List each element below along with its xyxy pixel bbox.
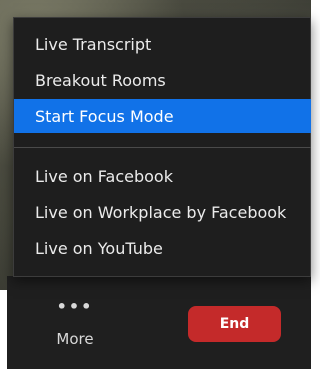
menu-item-live-transcript[interactable]: Live Transcript: [14, 27, 311, 61]
menu-item-label: Live Transcript: [35, 34, 152, 54]
menu-separator: [14, 147, 311, 148]
more-menu: Live Transcript Breakout Rooms Start Foc…: [13, 17, 311, 277]
menu-item-label: Start Focus Mode: [35, 106, 174, 126]
menu-item-live-on-workplace[interactable]: Live on Workplace by Facebook: [14, 195, 311, 229]
menu-item-live-on-facebook[interactable]: Live on Facebook: [14, 159, 311, 193]
menu-item-label: Live on Facebook: [35, 166, 173, 186]
menu-item-breakout-rooms[interactable]: Breakout Rooms: [14, 63, 311, 97]
menu-item-live-on-youtube[interactable]: Live on YouTube: [14, 231, 311, 265]
more-button[interactable]: ••• More: [44, 297, 106, 356]
end-button-label: End: [219, 316, 250, 332]
menu-item-label: Live on YouTube: [35, 238, 163, 258]
menu-item-label: Live on Workplace by Facebook: [35, 202, 287, 222]
ellipsis-icon: •••: [56, 297, 94, 316]
menu-item-label: Breakout Rooms: [35, 70, 166, 90]
more-label: More: [56, 330, 94, 348]
menu-item-start-focus-mode[interactable]: Start Focus Mode: [14, 99, 311, 133]
end-button[interactable]: End: [188, 306, 281, 342]
